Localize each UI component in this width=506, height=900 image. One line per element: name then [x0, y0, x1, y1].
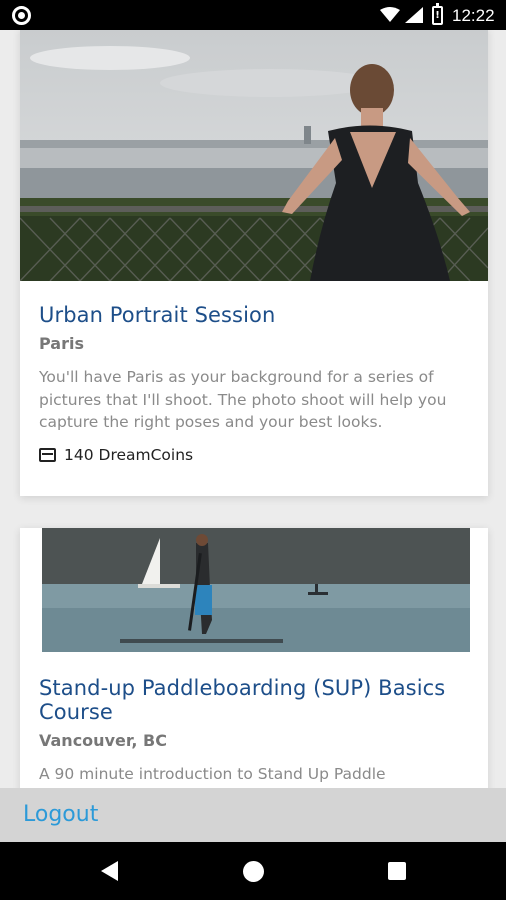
experience-price: 140 DreamCoins: [39, 446, 469, 464]
photo-paris-portrait-icon: [20, 30, 488, 281]
experience-location: Paris: [39, 334, 84, 353]
notification-circle-icon: [12, 6, 31, 25]
experience-title[interactable]: Urban Portrait Session: [39, 303, 469, 327]
status-bar: ! 12:22: [0, 0, 506, 30]
experience-title[interactable]: Stand-up Paddleboarding (SUP) Basics Cou…: [39, 676, 469, 724]
back-triangle-icon[interactable]: [101, 861, 118, 881]
experiences-list[interactable]: Urban Portrait Session Paris You'll have…: [0, 30, 506, 788]
logout-bar: Logout: [0, 788, 506, 842]
logout-button[interactable]: Logout: [23, 802, 98, 827]
recents-square-icon[interactable]: [388, 862, 406, 880]
experience-card[interactable]: Stand-up Paddleboarding (SUP) Basics Cou…: [20, 528, 488, 788]
experience-photo: [20, 30, 488, 281]
wifi-icon: [380, 7, 400, 22]
experience-photo: [20, 528, 488, 652]
cell-signal-icon: [405, 7, 423, 23]
experience-description: A 90 minute introduction to Stand Up Pad…: [39, 765, 386, 783]
battery-icon: !: [432, 3, 443, 25]
home-circle-icon[interactable]: [243, 861, 264, 882]
ticket-icon: [39, 447, 56, 462]
experience-location: Vancouver, BC: [39, 731, 167, 750]
photo-paddleboarding-icon: [42, 528, 470, 652]
navigation-bar: [0, 842, 506, 900]
battery-alert-glyph: !: [435, 10, 440, 21]
experience-card[interactable]: Urban Portrait Session Paris You'll have…: [20, 30, 488, 496]
price-label: 140 DreamCoins: [64, 445, 194, 464]
experience-description: You'll have Paris as your background for…: [39, 368, 447, 431]
status-clock: 12:22: [452, 6, 495, 25]
